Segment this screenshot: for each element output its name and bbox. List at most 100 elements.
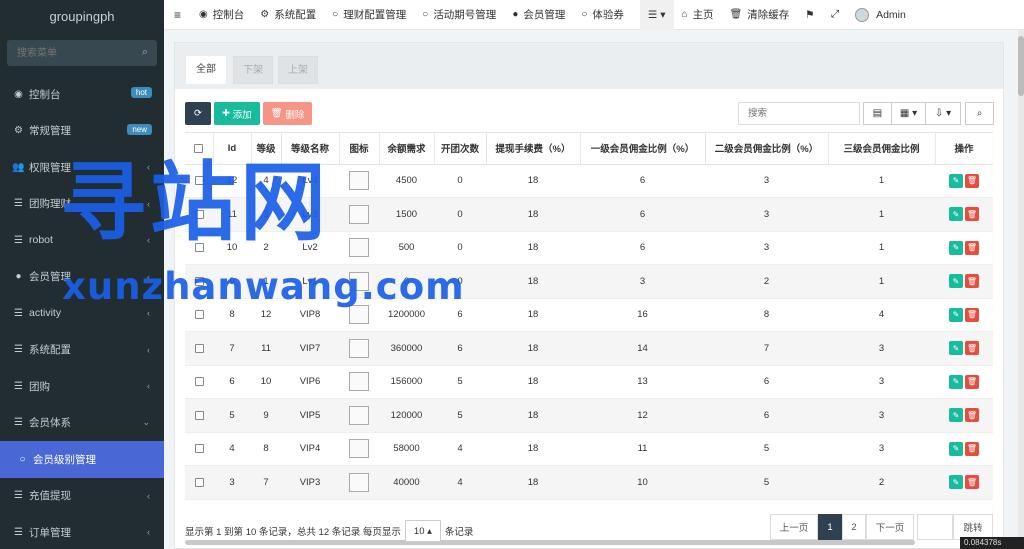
table-cell: 3	[213, 465, 251, 500]
columns-dropdown[interactable]: ▦ ▾	[891, 102, 926, 125]
table-cell: 500	[379, 231, 434, 265]
row-checkbox[interactable]	[185, 365, 213, 399]
table-cell: 4500	[379, 164, 434, 198]
search-icon[interactable]: ⌕	[142, 46, 148, 59]
prev-page-button[interactable]: 上一页	[770, 514, 818, 540]
column-header[interactable]: 余额需求	[379, 133, 435, 165]
page-size-select[interactable]: 10 ▴	[404, 520, 441, 542]
group-icon: 👥	[12, 161, 25, 173]
table-cell: 1	[828, 164, 935, 198]
delete-icon[interactable]: 🗑	[965, 341, 979, 356]
delete-icon[interactable]: 🗑	[965, 475, 979, 490]
sidebar-item-7[interactable]: ☰ 系统配置 ‹	[0, 332, 164, 369]
column-header[interactable]: 提现手续费（%）	[486, 133, 581, 165]
column-header[interactable]: 操作	[935, 133, 993, 165]
top-tab-3[interactable]: ○ 活动期号管理	[414, 0, 504, 30]
table-row: 4 8 VIP4 58000 4 18 11 5 3 ✎ 🗑	[185, 432, 993, 466]
sidebar-item-1[interactable]: ⚙ 常规管理 new	[0, 113, 164, 150]
page-1-button[interactable]: 1	[818, 514, 842, 540]
sidebar-item-label: 充值提现	[29, 490, 71, 503]
column-header[interactable]: 开团次数	[434, 133, 487, 165]
delete-icon[interactable]: 🗑	[965, 274, 979, 289]
sidebar-item-10[interactable]: ○ 会员级别管理	[0, 441, 164, 478]
table-cell: 18	[486, 264, 580, 299]
home-icon: ⌂	[681, 9, 688, 20]
sidebar-item-12[interactable]: ☰ 订单管理 ‹	[0, 514, 164, 549]
delete-button[interactable]: 🗑 删除	[262, 102, 313, 125]
table-search-input[interactable]	[738, 102, 860, 125]
table-cell: 7	[705, 331, 828, 366]
tab-offline[interactable]: 下架	[233, 56, 273, 84]
table-row: 3 7 VIP3 40000 4 18 10 5 2 ✎ 🗑	[185, 465, 993, 500]
edit-icon[interactable]: ✎	[949, 441, 963, 456]
fullscreen-icon[interactable]: ⤢	[823, 0, 847, 30]
circle-o-icon: ○	[581, 9, 588, 20]
table-cell: 7	[251, 465, 281, 500]
edit-icon[interactable]: ✎	[949, 274, 963, 289]
row-checkbox[interactable]	[185, 465, 213, 500]
clear-cache-button[interactable]: 🗑 清除缓存	[722, 0, 798, 30]
top-tab-2[interactable]: ○ 理财配置管理	[324, 0, 414, 30]
top-tab-5[interactable]: ○ 体验券	[573, 0, 632, 30]
edit-icon[interactable]: ✎	[949, 240, 963, 255]
row-actions: ✎ 🗑	[935, 331, 993, 366]
delete-icon[interactable]: 🗑	[965, 240, 979, 255]
toggle-view-button[interactable]: ▤	[863, 102, 892, 125]
admin-menu[interactable]: Admin	[847, 0, 914, 30]
app-logo: groupingph	[49, 9, 115, 24]
row-actions: ✎ 🗑	[935, 197, 993, 232]
top-tab-4[interactable]: ● 会员管理	[504, 0, 573, 30]
trash-icon: 🗑	[729, 9, 743, 20]
top-tab-1[interactable]: ⚙ 系统配置	[252, 0, 324, 30]
advanced-search-button[interactable]: ⌕	[965, 102, 994, 125]
delete-icon[interactable]: 🗑	[965, 408, 979, 423]
edit-icon[interactable]: ✎	[949, 341, 963, 356]
column-header[interactable]: 二级会员佣金比例（%）	[705, 133, 829, 165]
row-checkbox[interactable]	[185, 331, 213, 366]
translate-icon[interactable]: ⚑	[797, 0, 822, 30]
delete-icon[interactable]: 🗑	[965, 207, 979, 222]
table-cell: 18	[486, 298, 580, 332]
column-header[interactable]: 三级会员佣金比例	[828, 133, 936, 165]
column-header[interactable]: 图标	[339, 133, 380, 165]
delete-icon[interactable]: 🗑	[965, 374, 979, 389]
add-button[interactable]: ✚ 添加	[214, 102, 260, 125]
sidebar-item-9[interactable]: ☰ 会员体系 ⌄	[0, 405, 164, 442]
edit-icon[interactable]: ✎	[949, 207, 963, 222]
more-tabs-dropdown[interactable]: ☰ ▾	[639, 0, 674, 30]
edit-icon[interactable]: ✎	[949, 408, 963, 423]
level-icon-cell	[339, 432, 379, 466]
home-link[interactable]: ⌂ 主页	[674, 0, 722, 30]
top-tab-label: 控制台	[212, 9, 245, 21]
menu-toggle-icon[interactable]: ≡	[164, 0, 191, 30]
delete-icon[interactable]: 🗑	[965, 173, 979, 188]
export-dropdown[interactable]: ⇩ ▾	[925, 102, 961, 125]
page-jump-input[interactable]	[917, 514, 953, 540]
table-cell: 1	[828, 197, 935, 232]
row-checkbox[interactable]	[185, 398, 213, 433]
table-cell: 18	[486, 164, 580, 198]
delete-icon[interactable]: 🗑	[965, 307, 979, 322]
sidebar-item-0[interactable]: ◉ 控制台 hot	[0, 76, 164, 113]
vertical-scrollbar[interactable]	[1018, 30, 1024, 549]
page-2-button[interactable]: 2	[842, 514, 866, 540]
tab-all[interactable]: 全部	[186, 56, 226, 84]
edit-icon[interactable]: ✎	[949, 374, 963, 389]
column-header[interactable]: 一级会员佣金比例（%）	[580, 133, 706, 165]
edit-icon[interactable]: ✎	[949, 475, 963, 490]
edit-icon[interactable]: ✎	[949, 173, 963, 188]
refresh-button[interactable]: ⟳	[185, 102, 211, 125]
delete-icon[interactable]: 🗑	[965, 441, 979, 456]
sidebar-item-11[interactable]: ☰ 充值提现 ‹	[0, 478, 164, 515]
next-page-button[interactable]: 下一页	[866, 514, 914, 540]
sidebar-item-8[interactable]: ☰ 团购 ‹	[0, 368, 164, 405]
records-suffix: 条记录	[444, 527, 474, 538]
table-cell: 5	[434, 398, 486, 433]
edit-icon[interactable]: ✎	[949, 307, 963, 322]
tab-online[interactable]: 上架	[278, 56, 318, 84]
row-checkbox[interactable]	[185, 432, 213, 466]
list-icon: ☰	[14, 490, 23, 502]
sidebar-search-input[interactable]	[7, 40, 157, 66]
level-icon-cell	[339, 197, 379, 232]
top-tab-0[interactable]: ◉ 控制台	[191, 0, 252, 30]
